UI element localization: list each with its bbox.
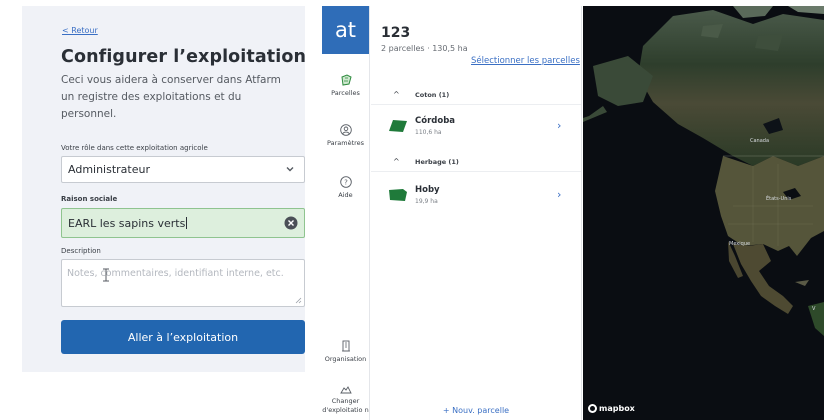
map-label-canada: Canada	[750, 138, 770, 144]
map-label-side: V	[812, 306, 816, 312]
chevron-right-icon: ›	[557, 119, 562, 132]
parcel-area: 110,6 ha	[415, 129, 442, 136]
nav-aide-label: Aide	[338, 191, 353, 199]
nav-aide[interactable]: ? Aide	[322, 176, 369, 200]
raison-label: Raison sociale	[61, 195, 118, 203]
farm-switch-icon	[339, 386, 352, 394]
mapbox-logo-icon	[588, 404, 597, 413]
role-label: Votre rôle dans cette exploitation agric…	[61, 144, 208, 152]
exploitation-name: 123	[381, 25, 411, 41]
page-title: Configurer l’exploitation	[61, 47, 307, 67]
parcel-shape-icon	[389, 120, 407, 132]
mapbox-label: mapbox	[599, 404, 635, 413]
svg-text:?: ?	[344, 179, 348, 187]
role-select[interactable]: Administrateur	[61, 156, 305, 183]
nav-changer-exploitation[interactable]: Changer d'exploitatio n	[322, 384, 369, 415]
nav-organisation-label: Organisation	[324, 355, 367, 363]
back-link[interactable]: < Retour	[62, 26, 98, 35]
raison-value: EARL les sapins verts	[68, 217, 188, 230]
chevron-up-icon: ^	[393, 157, 400, 166]
nav-parcelles[interactable]: Parcelles	[322, 74, 369, 98]
field-map-icon	[340, 74, 352, 86]
role-value: Administrateur	[68, 163, 150, 176]
nav-parcelles-label: Parcelles	[331, 89, 360, 97]
map-label-mexico: Mexique	[729, 241, 751, 247]
nav-changer-label: Changer d'exploitatio n	[322, 397, 369, 414]
mapbox-attribution[interactable]: mapbox	[588, 404, 635, 413]
resize-grip-icon[interactable]	[295, 297, 302, 304]
building-icon	[341, 340, 350, 352]
setup-form-panel: < Retour Configurer l’exploitation Ceci …	[22, 6, 307, 372]
group-header-herbage[interactable]: ^ Herbage (1)	[371, 152, 581, 172]
help-icon: ?	[339, 176, 352, 188]
map-landmass	[583, 6, 824, 336]
clear-input-icon[interactable]	[284, 216, 298, 230]
exploitation-summary: 2 parcelles · 130,5 ha	[381, 44, 468, 53]
user-circle-icon	[339, 124, 352, 136]
parcel-area: 19,9 ha	[415, 198, 438, 205]
group-header-coton[interactable]: ^ Coton (1)	[371, 85, 581, 105]
parcel-row-hoby[interactable]: Hoby 19,9 ha ›	[371, 178, 581, 218]
new-parcel-button[interactable]: + Nouv. parcelle	[371, 406, 581, 415]
chevron-down-icon	[286, 167, 294, 172]
parcel-row-cordoba[interactable]: Córdoba 110,6 ha ›	[371, 109, 581, 149]
satellite-map[interactable]: Canada États-Unis Mexique V mapbox	[583, 6, 824, 420]
group-name: Herbage (1)	[415, 158, 459, 166]
select-parcels-link[interactable]: Sélectionner les parcelles	[471, 56, 580, 66]
parcel-shape-icon	[389, 189, 407, 201]
parcel-name: Córdoba	[415, 116, 456, 126]
go-to-exploitation-button[interactable]: Aller à l’exploitation	[61, 320, 305, 354]
raison-sociale-input[interactable]: EARL les sapins verts	[61, 208, 305, 238]
group-name: Coton (1)	[415, 91, 450, 99]
form-description: Ceci vous aidera à conserver dans Atfarm…	[61, 74, 281, 120]
app-logo[interactable]: at	[322, 6, 369, 54]
description-textarea[interactable]: Notes, commentaires, identifiant interne…	[61, 259, 305, 307]
nav-organisation[interactable]: Organisation	[322, 340, 369, 364]
chevron-up-icon: ^	[393, 90, 400, 99]
text-cursor-icon	[103, 268, 109, 282]
nav-parametres[interactable]: Paramètres	[322, 124, 369, 148]
chevron-right-icon: ›	[557, 188, 562, 201]
nav-parametres-label: Paramètres	[326, 139, 365, 147]
parcel-name: Hoby	[415, 185, 440, 195]
app-nav-rail: at Parcelles Paramètres ? Aide Organisat…	[322, 6, 370, 420]
map-label-usa: États-Unis	[766, 196, 792, 202]
parcel-list-panel: 123 2 parcelles · 130,5 ha Sélectionner …	[371, 6, 582, 420]
description-label: Description	[61, 247, 101, 255]
